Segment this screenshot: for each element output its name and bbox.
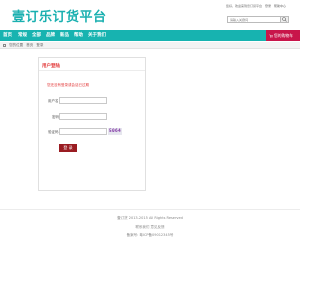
nav-item-all[interactable]: 全部 (32, 30, 41, 41)
top-links: 您好，欢迎来到壹订货平台 登录 帮助中心 (226, 4, 288, 8)
nav-item-new[interactable]: 新品 (60, 30, 69, 41)
footer-links[interactable]: 联系我们 意见反馈 (0, 225, 300, 230)
nav-item-regular[interactable]: 常规 (18, 30, 27, 41)
footer-divider (0, 209, 300, 210)
password-label: 密码 (52, 115, 59, 119)
username-label: 用户名 (48, 99, 59, 103)
captcha-field[interactable] (59, 128, 107, 135)
site-logo[interactable]: 壹订乐订货平台 (12, 6, 107, 25)
nav-item-home[interactable]: 首页 (3, 30, 12, 41)
username-field[interactable] (59, 97, 107, 104)
cart-label: 您的购物车 (274, 33, 293, 38)
breadcrumb-current: 登录 (36, 43, 44, 47)
search-input[interactable] (227, 16, 281, 23)
home-icon (3, 43, 6, 47)
nav-item-about[interactable]: 关于我们 (88, 30, 106, 41)
login-panel-title: 用户登陆 (42, 64, 60, 69)
nav-item-help[interactable]: 帮助 (74, 30, 83, 41)
welcome-text: 您好，欢迎来到壹订货平台 (226, 4, 263, 8)
search-icon (282, 17, 287, 22)
login-button[interactable]: 登 录 (59, 144, 77, 152)
footer-copyright: 壹订货 2013-2015 All Rights Reserved (117, 216, 183, 220)
search-bar (227, 16, 289, 23)
panel-divider (39, 70, 145, 71)
main-nav: 首页 常规 全部 品牌 新品 帮助 关于我们 (0, 30, 300, 41)
password-field[interactable] (59, 113, 107, 120)
cart-button[interactable]: 您的购物车 (266, 30, 300, 41)
nav-item-brand[interactable]: 品牌 (46, 30, 55, 41)
login-panel: 用户登陆 您还没有登录或会话已过期 用户名 密码 验证码 5064 登 录 (38, 57, 146, 191)
breadcrumb-home[interactable]: 首页 (26, 43, 33, 47)
captcha-label: 验证码 (48, 130, 59, 134)
help-link[interactable]: 帮助中心 (274, 4, 286, 8)
login-notice: 您还没有登录或会话已过期 (47, 83, 89, 87)
breadcrumb: 您的位置 首页 登录 (0, 42, 300, 49)
search-button[interactable] (281, 16, 289, 23)
captcha-image[interactable]: 5064 (108, 128, 122, 135)
breadcrumb-label: 您的位置 (9, 43, 24, 47)
footer-icp: 备案号: 粤ICP备09012345号 (126, 233, 174, 237)
cart-icon (269, 34, 273, 38)
login-link[interactable]: 登录 (265, 4, 271, 8)
page: 壹订乐订货平台 您好，欢迎来到壹订货平台 登录 帮助中心 首页 常规 全部 品牌… (0, 0, 300, 300)
